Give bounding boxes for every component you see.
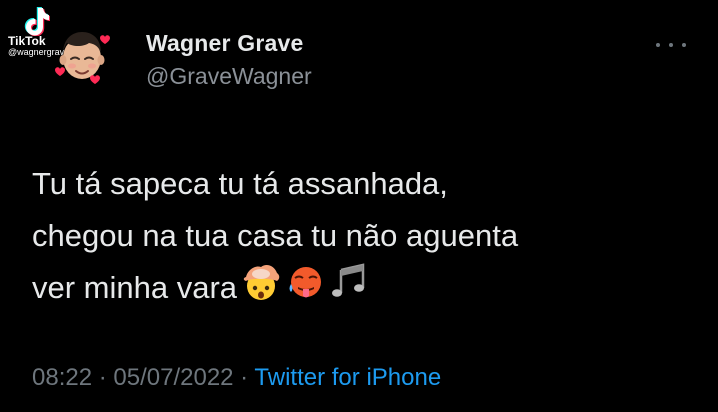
- memoji-avatar-icon: [55, 32, 110, 84]
- tweet-text: Tu tá sapeca tu tá assanhada, chegou na …: [32, 158, 692, 318]
- tweet-line: Tu tá sapeca tu tá assanhada,: [32, 158, 692, 210]
- tweet-date[interactable]: 05/07/2022: [113, 364, 233, 391]
- separator-dot: ·: [233, 364, 255, 391]
- tweet-metadata: 08:22 · 05/07/2022 · Twitter for iPhone: [32, 364, 441, 392]
- tweet-line-text: chegou na tua casa tu não aguenta: [32, 218, 519, 253]
- separator-dot: ·: [92, 364, 114, 391]
- dot-icon: [682, 43, 686, 47]
- more-options-button[interactable]: [656, 36, 686, 54]
- tweet-time[interactable]: 08:22: [32, 364, 92, 391]
- tweet-source-link[interactable]: Twitter for iPhone: [254, 364, 441, 391]
- dot-icon: [669, 43, 673, 47]
- tweet-line-text: ver minha vara: [32, 270, 238, 306]
- tiktok-brand-name: TikTok: [8, 34, 46, 48]
- musical-notes-emoji-icon: [329, 262, 369, 318]
- tiktok-logo-icon: [24, 7, 50, 36]
- tweet-author[interactable]: Wagner Grave @GraveWagner: [146, 30, 312, 90]
- tweet-line: chegou na tua casa tu não aguenta: [32, 210, 692, 262]
- hot-face-emoji-icon: [285, 262, 325, 318]
- avatar[interactable]: [54, 26, 110, 88]
- tweet-line: ver minha vara: [32, 262, 692, 318]
- exploding-head-emoji-icon: [241, 262, 281, 318]
- tweet-line-text: Tu tá sapeca tu tá assanhada,: [32, 166, 448, 201]
- author-display-name[interactable]: Wagner Grave: [146, 30, 312, 57]
- author-handle[interactable]: @GraveWagner: [146, 63, 312, 90]
- dot-icon: [656, 43, 660, 47]
